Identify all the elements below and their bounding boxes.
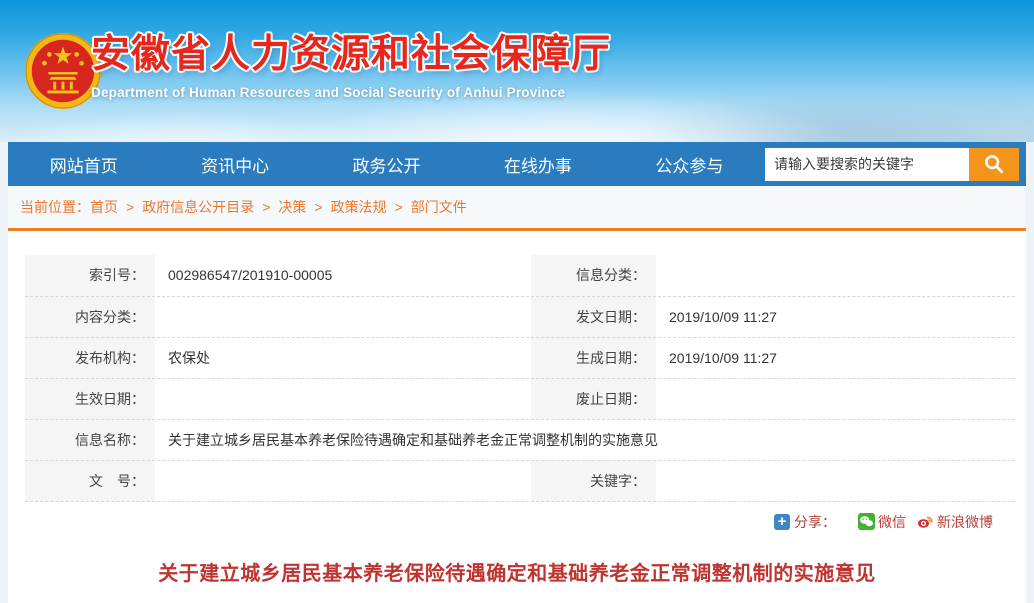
field-value-keywords bbox=[657, 460, 1015, 501]
table-row: 内容分类： 发文日期： 2019/10/09 11:27 bbox=[25, 296, 1015, 337]
nav-item-home[interactable]: 网站首页 bbox=[8, 142, 159, 186]
search-bar bbox=[765, 148, 1019, 181]
share-wechat-link[interactable]: 微信 bbox=[848, 512, 906, 532]
wechat-icon bbox=[858, 513, 875, 530]
field-label-index-number: 索引号： bbox=[25, 255, 156, 296]
field-value-info-name: 关于建立城乡居民基本养老保险待遇确定和基础养老金正常调整机制的实施意见 bbox=[156, 419, 1015, 460]
header-titles: 安徽省人力资源和社会保障厅 Department of Human Resour… bbox=[91, 33, 611, 100]
breadcrumb-item-home[interactable]: 首页 bbox=[90, 197, 118, 217]
field-label-info-category: 信息分类： bbox=[530, 255, 657, 296]
weibo-icon bbox=[916, 513, 934, 530]
breadcrumb-item-department-documents[interactable]: 部门文件 bbox=[411, 197, 467, 217]
nav-item-news-center[interactable]: 资讯中心 bbox=[159, 142, 310, 186]
breadcrumb-item-decision[interactable]: 决策 bbox=[278, 197, 306, 217]
share-weibo-link[interactable]: 新浪微博 bbox=[906, 512, 993, 532]
field-value-content-category bbox=[156, 296, 530, 337]
content-area: 索引号： 002986547/201910-00005 信息分类： 内容分类： … bbox=[8, 231, 1026, 603]
field-label-effective-date: 生效日期： bbox=[25, 378, 156, 419]
field-label-abolition-date: 废止日期： bbox=[530, 378, 657, 419]
breadcrumb-separator: > bbox=[126, 199, 134, 215]
field-label-document-number: 文 号： bbox=[25, 460, 156, 501]
share-row: 分享： 微信 bbox=[8, 511, 1026, 533]
breadcrumb: 当前位置： 首页 > 政府信息公开目录 > 决策 > 政策法规 > 部门文件 bbox=[8, 186, 1026, 231]
field-value-document-number bbox=[156, 460, 530, 501]
breadcrumb-item-policy-regulations[interactable]: 政策法规 bbox=[331, 197, 387, 217]
nav-item-gov-affairs[interactable]: 政务公开 bbox=[311, 142, 462, 186]
share-label: 分享： bbox=[794, 512, 836, 532]
share-plus-icon[interactable] bbox=[774, 514, 790, 530]
site-subtitle: Department of Human Resources and Social… bbox=[91, 85, 611, 100]
table-row: 文 号： 关键字： bbox=[25, 460, 1015, 501]
table-row: 发布机构： 农保处 生成日期： 2019/10/09 11:27 bbox=[25, 337, 1015, 378]
table-row: 索引号： 002986547/201910-00005 信息分类： bbox=[25, 255, 1015, 296]
field-value-issuing-agency: 农保处 bbox=[156, 337, 530, 378]
field-label-issuing-agency: 发布机构： bbox=[25, 337, 156, 378]
field-label-content-category: 内容分类： bbox=[25, 296, 156, 337]
nav-items: 网站首页 资讯中心 政务公开 在线办事 公众参与 bbox=[8, 142, 765, 186]
field-value-info-category bbox=[657, 255, 1015, 296]
main-nav: 网站首页 资讯中心 政务公开 在线办事 公众参与 bbox=[8, 142, 1026, 186]
share-wechat-label: 微信 bbox=[878, 512, 906, 532]
field-value-generation-date: 2019/10/09 11:27 bbox=[657, 337, 1015, 378]
field-label-generation-date: 生成日期： bbox=[530, 337, 657, 378]
nav-item-public-participation[interactable]: 公众参与 bbox=[614, 142, 765, 186]
article-title: 关于建立城乡居民基本养老保险待遇确定和基础养老金正常调整机制的实施意见 bbox=[8, 557, 1026, 586]
site-header: 安徽省人力资源和社会保障厅 Department of Human Resour… bbox=[0, 0, 1034, 142]
table-row: 信息名称： 关于建立城乡居民基本养老保险待遇确定和基础养老金正常调整机制的实施意… bbox=[25, 419, 1015, 460]
field-label-issue-date: 发文日期： bbox=[530, 296, 657, 337]
breadcrumb-separator: > bbox=[395, 199, 403, 215]
field-value-issue-date: 2019/10/09 11:27 bbox=[657, 296, 1015, 337]
breadcrumb-prefix: 当前位置： bbox=[20, 197, 90, 217]
document-info-table: 索引号： 002986547/201910-00005 信息分类： 内容分类： … bbox=[25, 255, 1015, 502]
field-value-abolition-date bbox=[657, 378, 1015, 419]
search-button[interactable] bbox=[969, 148, 1019, 181]
page: 安徽省人力资源和社会保障厅 Department of Human Resour… bbox=[0, 0, 1034, 603]
breadcrumb-separator: > bbox=[262, 199, 270, 215]
field-label-keywords: 关键字： bbox=[530, 460, 657, 501]
breadcrumb-item-gov-info-catalog[interactable]: 政府信息公开目录 bbox=[142, 197, 254, 217]
nav-item-online-services[interactable]: 在线办事 bbox=[462, 142, 613, 186]
search-input[interactable] bbox=[765, 148, 969, 181]
search-icon bbox=[983, 153, 1005, 175]
share-weibo-label: 新浪微博 bbox=[937, 512, 993, 532]
site-title: 安徽省人力资源和社会保障厅 bbox=[91, 33, 611, 78]
field-value-effective-date bbox=[156, 378, 530, 419]
field-value-index-number: 002986547/201910-00005 bbox=[156, 255, 530, 296]
table-row: 生效日期： 废止日期： bbox=[25, 378, 1015, 419]
field-label-info-name: 信息名称： bbox=[25, 419, 156, 460]
breadcrumb-separator: > bbox=[314, 199, 322, 215]
